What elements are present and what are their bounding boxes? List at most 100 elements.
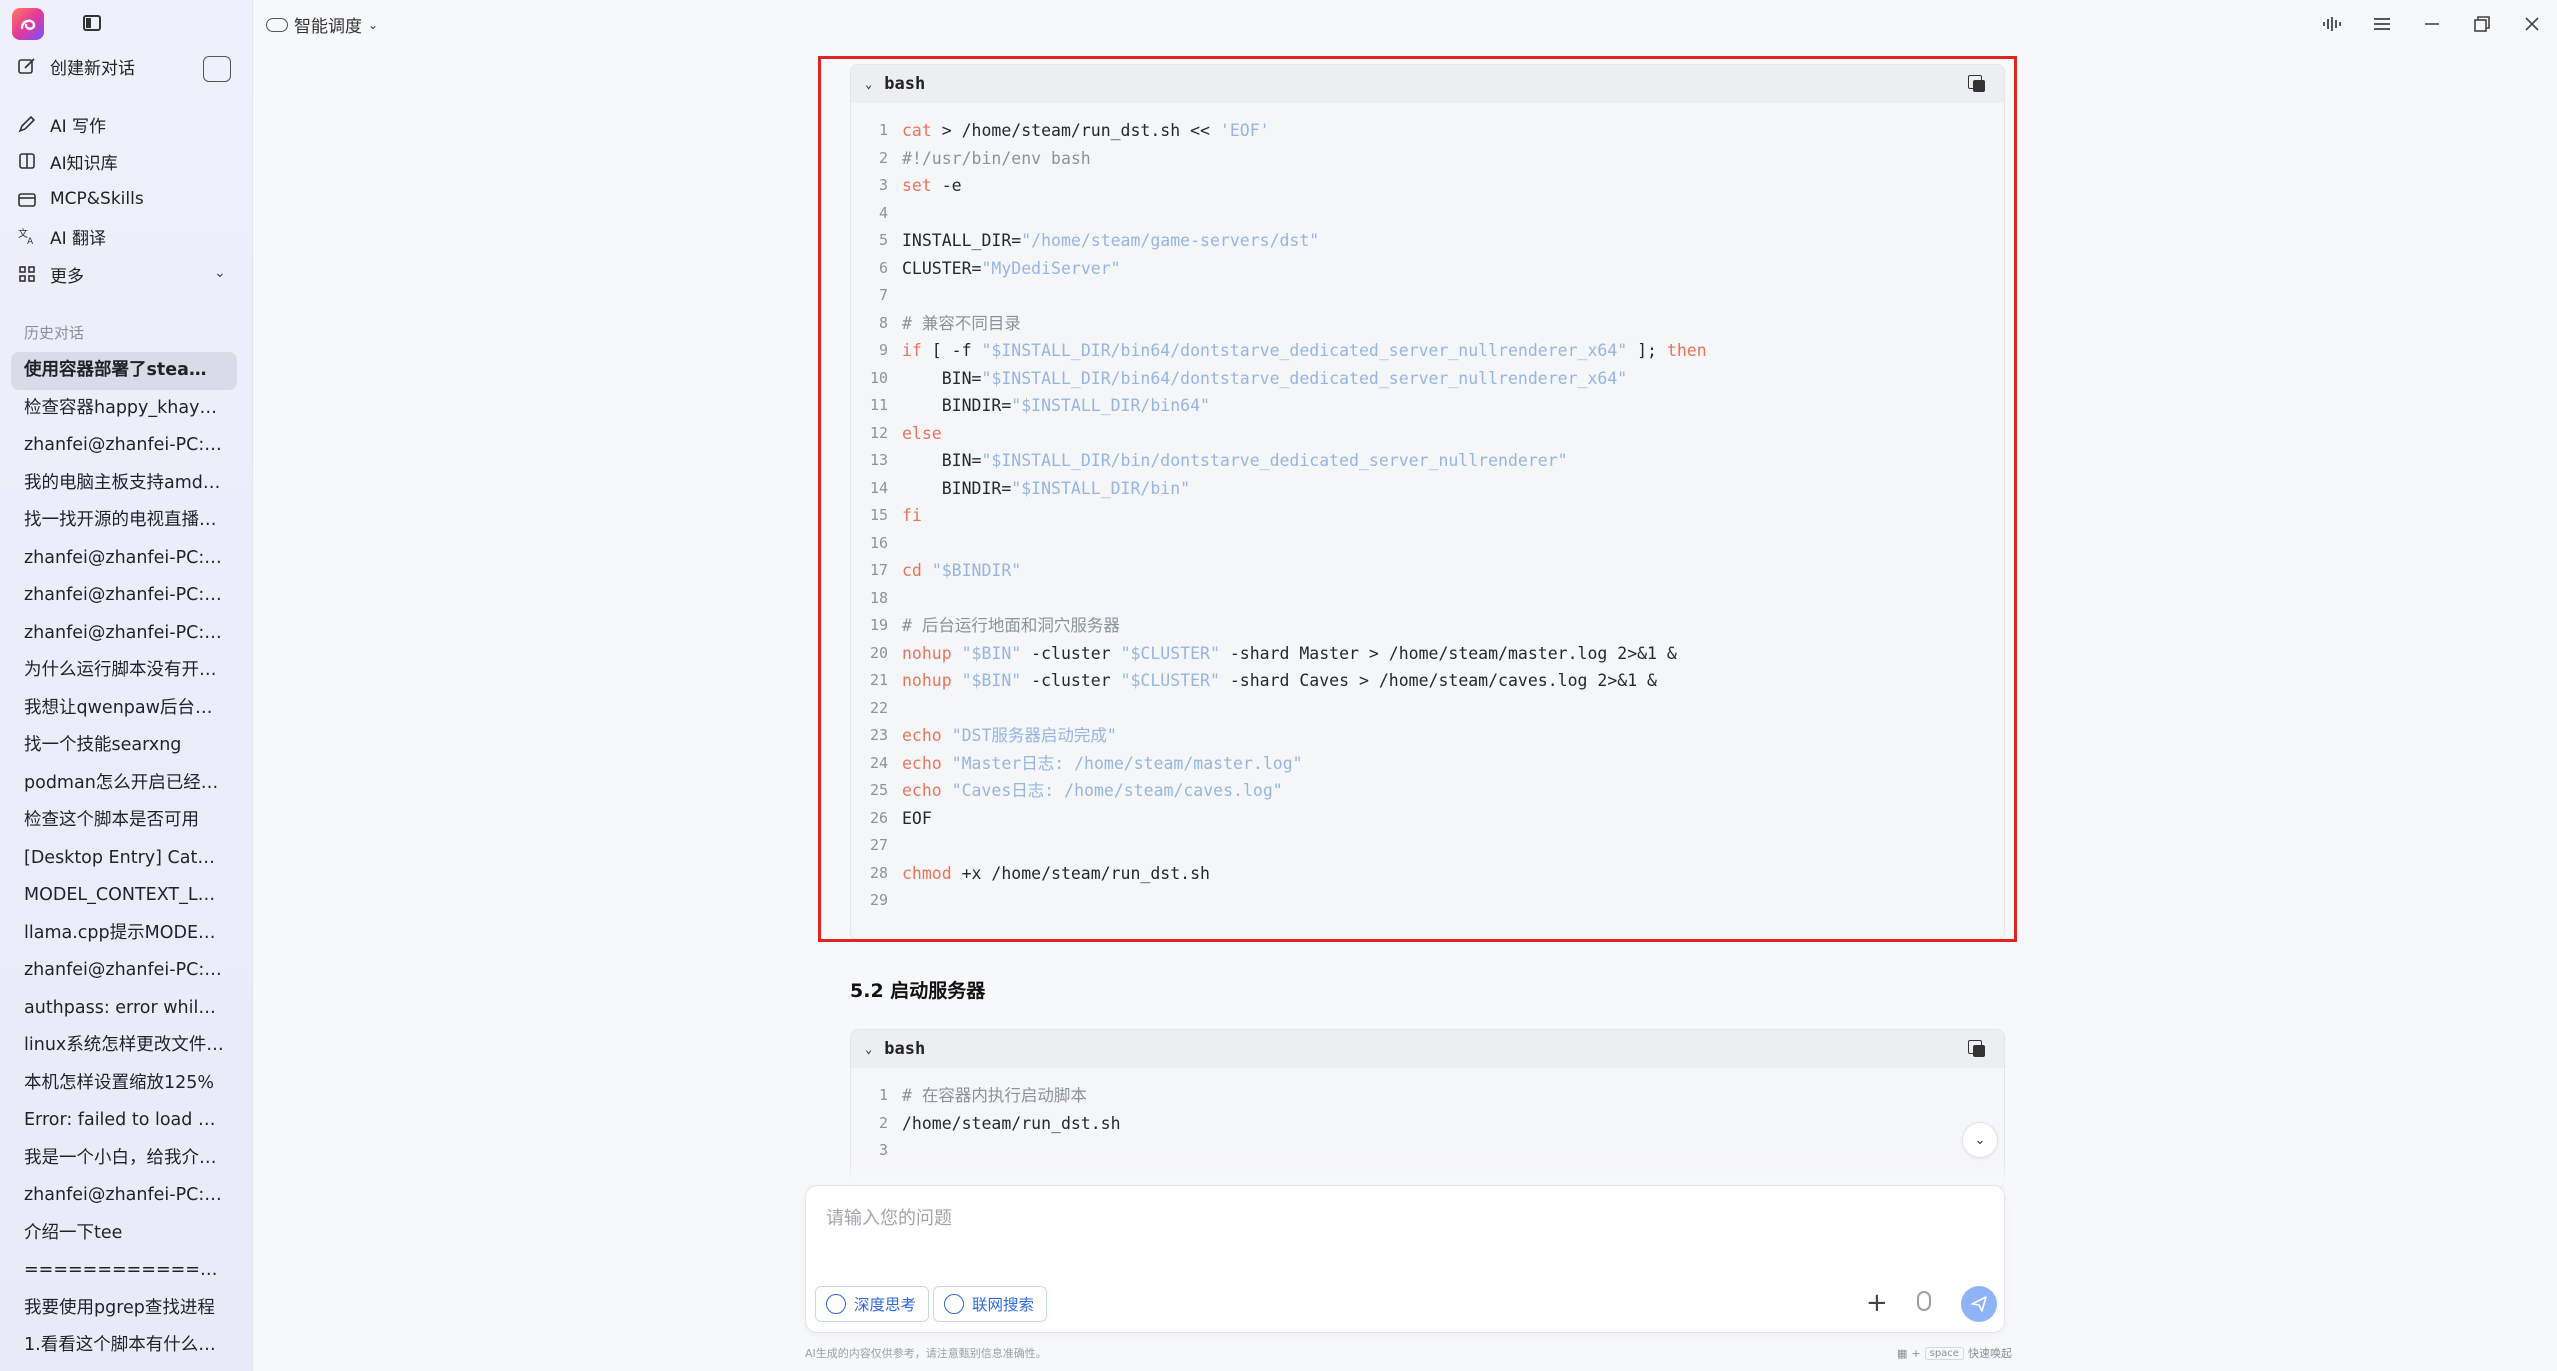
- line-number: 19: [869, 616, 888, 634]
- code-body[interactable]: 1 cat > /home/steam/run_dst.sh << 'EOF' 2 #…: [851, 103, 2004, 915]
- mode-label: 智能调度: [294, 17, 362, 37]
- history-item[interactable]: podman怎么开启已经停止的容器: [11, 765, 237, 803]
- audio-wave-icon[interactable]: [2307, 6, 2357, 42]
- code-token: # 在容器内执行启动脚本: [902, 1086, 1087, 1105]
- line-number: 28: [869, 863, 888, 882]
- toolbox-icon: [16, 188, 38, 210]
- new-chat-button[interactable]: 创建新对话: [16, 48, 135, 84]
- code-token: echo: [902, 781, 942, 800]
- history-item[interactable]: [Desktop Entry] Categories: [11, 840, 237, 878]
- chevron-down-icon[interactable]: ⌄: [865, 77, 872, 91]
- code-token: -shard Caves > /home/steam/caves.log 2>&…: [1219, 671, 1657, 690]
- scroll-down-button[interactable]: ⌄: [1962, 1122, 1998, 1158]
- sidebar-item-label: AI 翻译: [50, 228, 107, 249]
- history-item[interactable]: 本机怎样设置缩放125%: [11, 1065, 237, 1103]
- copy-icon[interactable]: [1968, 1040, 1986, 1058]
- code-line: 1 # 在容器内执行启动脚本: [851, 1082, 2004, 1110]
- code-line: 14 BINDIR= "$INSTALL_DIR/bin": [851, 475, 2004, 503]
- windows-icon: ▦: [1897, 1346, 1908, 1360]
- history-item[interactable]: zhanfei@zhanfei-PC:~$: [11, 540, 237, 578]
- history-item[interactable]: zhanfei@zhanfei-PC:~$: [11, 615, 237, 653]
- code-token: ];: [1627, 341, 1667, 360]
- code-line: 22: [851, 695, 2004, 723]
- code-line: 27: [851, 832, 2004, 860]
- sidebar-toggle-icon[interactable]: [83, 15, 101, 31]
- chevron-down-icon[interactable]: ⌄: [865, 1042, 872, 1056]
- sidebar-item-mcp-skills[interactable]: MCP&Skills: [16, 181, 144, 217]
- history-item[interactable]: 为什么运行脚本没有开机自启: [11, 652, 237, 690]
- code-line: 15 fi: [851, 502, 2004, 530]
- svg-text:A: A: [27, 237, 34, 246]
- sidebar-item-ai-writing[interactable]: AI 写作: [16, 106, 106, 142]
- code-token: "$INSTALL_DIR/bin64/dontstarve_dedicated…: [981, 368, 1628, 388]
- code-line: 25 echo "Caves日志: /home/steam/caves.log": [851, 777, 2004, 805]
- history-item[interactable]: 找一个技能searxng: [11, 727, 237, 765]
- sidebar-item-knowledge-base[interactable]: AI知识库: [16, 143, 118, 179]
- sidebar-item-more[interactable]: 更多: [16, 256, 84, 292]
- code-token: "/home/steam/game-servers/dst": [1021, 231, 1320, 250]
- history-item[interactable]: 使用容器部署了steamcmd: [11, 352, 237, 390]
- sidebar-item-translate[interactable]: 文A AI 翻译: [16, 218, 106, 254]
- history-item[interactable]: zhanfei@zhanfei-PC:~$: [11, 577, 237, 615]
- pen-icon: [16, 113, 38, 135]
- shortcut-hint: ▦ + space 快速唤起: [1897, 1346, 2012, 1360]
- line-number: 20: [869, 643, 888, 662]
- history-item[interactable]: 我要使用pgrep查找进程: [11, 1290, 237, 1328]
- cloud-icon: [266, 17, 288, 32]
- history-item[interactable]: linux系统怎样更改文件权限: [11, 1027, 237, 1065]
- history-item[interactable]: authpass: error while loading: [11, 990, 237, 1028]
- history-item[interactable]: llama.cpp提示MODEL_CONTEXT: [11, 915, 237, 953]
- history-item[interactable]: 1.看看这个脚本有什么问题: [11, 1327, 237, 1365]
- history-item[interactable]: zhanfei@zhanfei-PC:~$: [11, 427, 237, 465]
- code-body[interactable]: 1 # 在容器内执行启动脚本 2/home/steam/run_dst.sh 3: [851, 1068, 2004, 1165]
- mode-selector[interactable]: 智能调度 ⌄: [266, 12, 378, 37]
- plus-icon[interactable]: +: [1866, 1290, 1888, 1316]
- new-chat-alt-icon[interactable]: [203, 56, 231, 82]
- code-token: fi: [902, 506, 922, 525]
- code-token: echo: [902, 753, 942, 773]
- code-token: [ -f: [921, 341, 982, 360]
- minimize-icon[interactable]: [2407, 6, 2457, 42]
- chat-input-box[interactable]: 请输入您的问题 深度思考 联网搜索 +: [805, 1185, 2005, 1333]
- web-search-button[interactable]: 联网搜索: [933, 1286, 1048, 1322]
- history-item[interactable]: Error: failed to load model: [11, 1102, 237, 1140]
- code-token: BIN=: [902, 368, 982, 388]
- chevron-down-icon[interactable]: ⌄: [214, 265, 226, 281]
- copy-icon[interactable]: [1968, 75, 1986, 93]
- microphone-icon[interactable]: [1917, 1291, 1931, 1311]
- fade-overlay: [805, 1160, 2010, 1185]
- history-item[interactable]: ====================: [11, 1252, 237, 1290]
- chat-input-placeholder[interactable]: 请输入您的问题: [826, 1204, 952, 1230]
- history-item[interactable]: MODEL_CONTEXT_LENGTH: [11, 877, 237, 915]
- history-item[interactable]: zhanfei@zhanfei-PC:~$: [11, 952, 237, 990]
- code-line: 13 BIN= "$INSTALL_DIR/bin/dontstarve_dedi…: [851, 447, 2004, 475]
- code-line: 19 # 后台运行地面和洞穴服务器: [851, 612, 2004, 640]
- code-line: 17 cd "$BINDIR": [851, 557, 2004, 585]
- code-token: "$CLUSTER": [1120, 671, 1220, 690]
- history-item[interactable]: 介绍一下tee: [11, 1215, 237, 1253]
- code-token: "$BINDIR": [931, 561, 1022, 580]
- line-number: 23: [869, 726, 888, 744]
- close-icon[interactable]: [2507, 6, 2557, 42]
- send-button[interactable]: [1961, 1286, 1997, 1322]
- history-item[interactable]: 我的电脑主板支持amd处理器: [11, 465, 237, 503]
- line-number: 9: [878, 341, 888, 359]
- line-number: 14: [869, 478, 888, 497]
- history-item[interactable]: 我是一个小白，给我介绍一下: [11, 1140, 237, 1178]
- line-number: 22: [869, 698, 888, 717]
- history-item[interactable]: 我想让qwenpaw后台运行: [11, 690, 237, 728]
- menu-icon[interactable]: [2357, 6, 2407, 42]
- history-item[interactable]: 找一找开源的电视直播软件: [11, 502, 237, 540]
- history-item[interactable]: 检查这个脚本是否可用: [11, 802, 237, 840]
- restore-icon[interactable]: [2457, 6, 2507, 42]
- line-number: 15: [869, 506, 888, 524]
- code-token: "$BIN": [961, 643, 1022, 663]
- code-token: BIN=: [902, 451, 982, 470]
- code-token: "Master日志: /home/steam/master.log": [951, 753, 1303, 773]
- line-number: 4: [878, 203, 888, 222]
- deep-think-button[interactable]: 深度思考: [815, 1286, 930, 1322]
- code-block: ⌄ bash 1 cat > /home/steam/run_dst.sh << …: [850, 64, 2005, 940]
- history-item[interactable]: 检查容器happy_khayyam: [11, 390, 237, 428]
- history-item[interactable]: zhanfei@zhanfei-PC:~$: [11, 1177, 237, 1215]
- code-token: "$INSTALL_DIR/bin": [1011, 478, 1191, 498]
